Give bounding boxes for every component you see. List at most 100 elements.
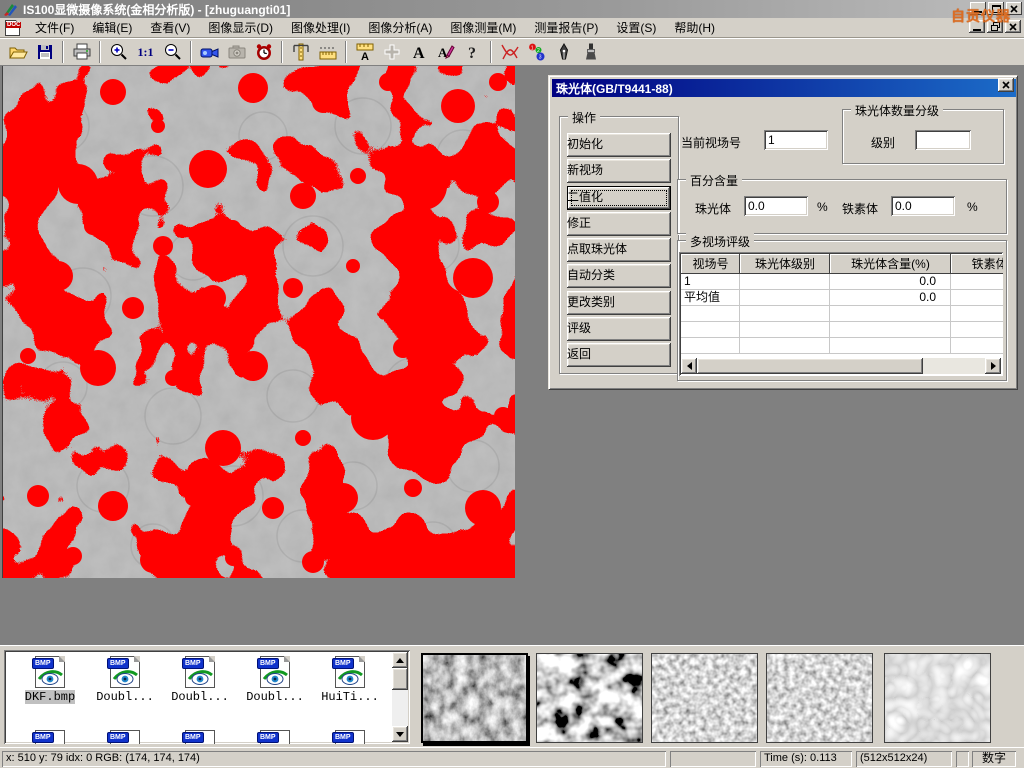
save-button[interactable] [31,40,58,64]
pick-pearlite-button[interactable]: 点取珠光体 [567,238,671,262]
correct-button[interactable]: 修正 [567,212,671,236]
new-field-button[interactable]: 新视场 [567,159,671,183]
text-tool-button[interactable]: A [405,40,432,64]
scroll-down-button[interactable] [392,726,408,742]
file-name[interactable]: Doubl... [171,690,229,704]
table-row[interactable]: 平均值 0.0 [681,290,1003,306]
eye-icon [187,668,213,686]
menu-item-image-measure[interactable]: 图像测量(M) [441,17,525,38]
file-list-scrollbar[interactable] [392,652,408,742]
file-item[interactable]: BMP [314,730,386,744]
scrollbar-thumb[interactable] [697,358,923,374]
file-item[interactable]: BMP [164,730,236,744]
camera-capture-button[interactable] [223,40,250,64]
eye-icon [262,668,288,686]
level-input[interactable] [915,130,971,150]
column-header-field[interactable]: 视场号 [681,254,740,274]
document-icon[interactable]: DOC [5,20,20,36]
image-viewport[interactable] [2,66,514,578]
fill-tool-button[interactable] [577,40,604,64]
column-header-ferrite-content[interactable]: 铁素体含量(%) [951,254,1003,274]
print-button[interactable] [68,40,95,64]
empty-panel [670,751,756,767]
file-item[interactable]: BMP Doubl... [164,656,236,704]
change-class-button[interactable]: 更改类别 [567,291,671,315]
zoom-in-button[interactable] [105,40,132,64]
file-name[interactable]: Doubl... [246,690,304,704]
video-capture-button[interactable] [196,40,223,64]
file-name[interactable]: DKF.bmp [25,690,75,704]
menu-item-settings[interactable]: 设置(S) [607,17,665,38]
rating-table[interactable]: 视场号 珠光体级别 珠光体含量(%) 铁素体含量(%) 1 0.0 平均值 0.… [679,252,1003,376]
caliper-measure-button[interactable] [287,40,314,64]
scroll-right-button[interactable] [985,358,1001,374]
classify-tool-button[interactable]: 123 [523,40,550,64]
bmp-file-icon: BMP [110,656,140,688]
scrollbar-thumb[interactable] [392,668,408,690]
pick-tool-button[interactable] [550,40,577,64]
open-file-button[interactable] [4,40,31,64]
cross-icon [382,42,402,62]
file-item[interactable]: BMP Doubl... [239,656,311,704]
annotate-tool-button[interactable]: A [432,40,459,64]
table-row[interactable] [681,306,1003,322]
save-icon [35,42,55,62]
table-row[interactable] [681,322,1003,338]
column-header-pearlite-content[interactable]: 珠光体含量(%) [830,254,951,274]
thumbnail-3[interactable] [651,653,758,743]
curve-tool-button[interactable] [496,40,523,64]
file-item[interactable]: BMP [89,730,161,744]
menu-item-measure-report[interactable]: 测量报告(P) [525,17,607,38]
pearlite-value-input[interactable]: 0.0 [744,196,808,216]
file-item[interactable]: BMP DKF.bmp [14,656,86,704]
file-item[interactable]: BMP Doubl... [89,656,161,704]
binarize-button[interactable]: 二值化 [567,186,671,210]
file-name[interactable]: HuiTi... [321,690,379,704]
caliper-icon [291,42,311,62]
toolbar-separator [281,41,283,63]
file-item[interactable]: BMP [239,730,311,744]
ferrite-value-input[interactable]: 0.0 [891,196,955,216]
menu-item-view[interactable]: 查看(V) [141,17,199,38]
timer-button[interactable] [250,40,277,64]
scroll-left-button[interactable] [681,358,697,374]
zoom-out-button[interactable] [159,40,186,64]
menu-item-file[interactable]: 文件(F) [26,17,83,38]
ruler-measure-button[interactable] [314,40,341,64]
toolbar-separator [345,41,347,63]
table-row[interactable]: 1 0.0 [681,274,1003,290]
svg-text:1: 1 [530,46,533,52]
dialog-title-bar[interactable]: 珠光体(GB/T9441-88) [552,79,1016,97]
thumbnail-4[interactable] [766,653,873,743]
rate-button[interactable]: 评级 [567,317,671,341]
file-item[interactable]: BMP HuiTi... [314,656,386,704]
file-item[interactable]: BMP [14,730,86,744]
printer-icon [72,42,92,62]
table-row[interactable] [681,338,1003,354]
menu-item-image-analysis[interactable]: 图像分析(A) [359,17,441,38]
column-header-pearlite-level[interactable]: 珠光体级别 [740,254,830,274]
operation-group-label: 操作 [568,109,600,126]
init-button[interactable]: 初始化 [567,133,671,157]
return-button[interactable]: 返回 [567,343,671,367]
grid-tool-button[interactable] [378,40,405,64]
current-field-label: 当前视场号 [681,134,741,151]
file-name[interactable]: Doubl... [96,690,154,704]
file-list[interactable]: BMP DKF.bmp BMP Doubl... BMP Doubl... BM… [4,650,410,744]
menu-item-help[interactable]: 帮助(H) [665,17,724,38]
scroll-up-button[interactable] [392,652,408,668]
help-button[interactable]: ? [459,40,486,64]
menu-item-image-display[interactable]: 图像显示(D) [199,17,282,38]
menu-item-edit[interactable]: 编辑(E) [83,17,141,38]
measure-label-button[interactable]: A [351,40,378,64]
thumbnail-2[interactable] [536,653,643,743]
dialog-close-button[interactable] [998,78,1014,92]
actual-size-button[interactable]: 1:1 [132,40,159,64]
auto-classify-button[interactable]: 自动分类 [567,264,671,288]
thumbnail-5[interactable] [884,653,991,743]
table-horizontal-scrollbar[interactable] [681,358,1001,374]
thumbnail-1[interactable] [421,653,528,743]
toolbar-separator [490,41,492,63]
menu-item-image-processing[interactable]: 图像处理(I) [282,17,359,38]
current-field-input[interactable]: 1 [764,130,828,150]
